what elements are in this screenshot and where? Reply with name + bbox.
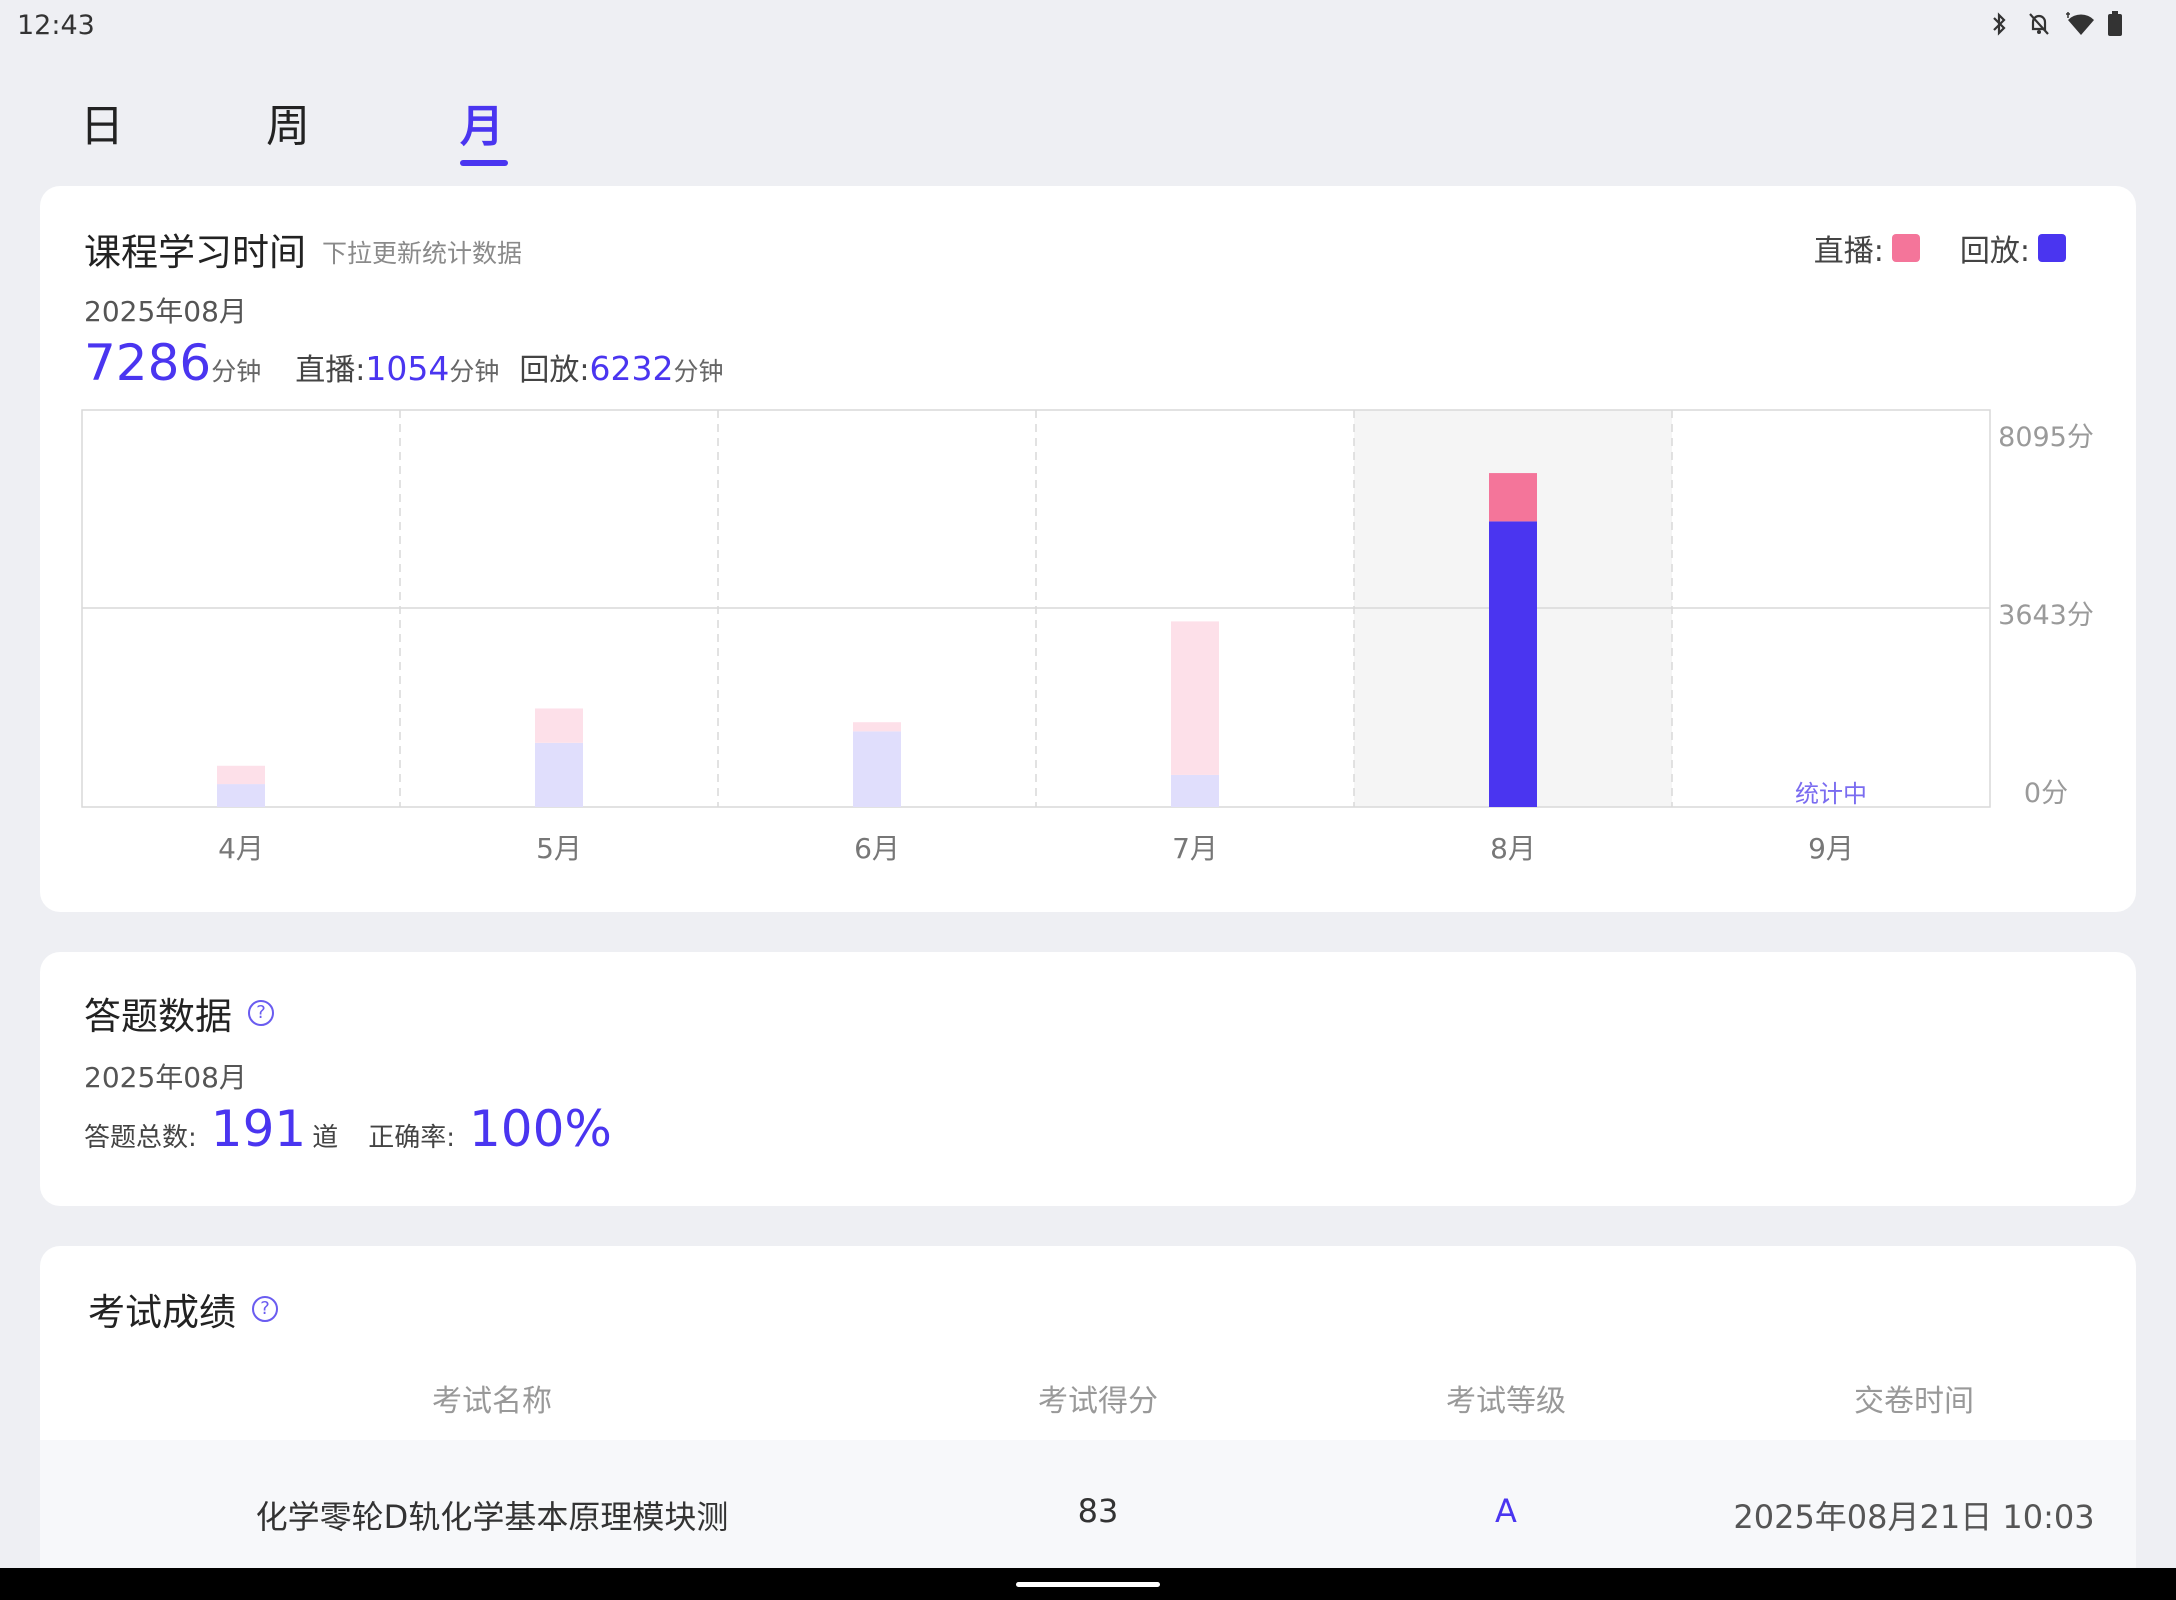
bar-live bbox=[217, 765, 265, 785]
x-tick-label: 5月 bbox=[536, 832, 582, 865]
tab-week[interactable]: 周 bbox=[266, 90, 310, 154]
x-tick-label: 9月 bbox=[1808, 832, 1854, 865]
column-header-score: 考试得分 bbox=[1038, 1384, 1158, 1419]
bar-live bbox=[853, 722, 901, 732]
y-tick-label: 0分 bbox=[2024, 778, 2068, 809]
answer-date: 2025年08月 bbox=[84, 1061, 247, 1094]
exam-name: 化学零轮D轨化学基本原理模块测 bbox=[255, 1498, 729, 1536]
active-tab-indicator bbox=[460, 160, 508, 166]
status-icons bbox=[1986, 10, 2132, 38]
answer-total-label: 答题总数: bbox=[84, 1123, 197, 1153]
answer-data-card: 答题数据 ? 2025年08月 答题总数: 191 道 正确率: 100% bbox=[40, 952, 2136, 1206]
x-tick-label: 6月 bbox=[854, 832, 900, 865]
pending-stat-label: 统计中 bbox=[1795, 780, 1867, 808]
answer-total-unit: 道 bbox=[312, 1123, 339, 1153]
exam-score: 83 bbox=[1077, 1492, 1119, 1530]
bluetooth-icon bbox=[1986, 10, 2012, 38]
accuracy-value: 100% bbox=[468, 1100, 612, 1158]
column-header-exam-name: 考试名称 bbox=[432, 1384, 552, 1419]
tab-day[interactable]: 日 bbox=[80, 90, 124, 154]
tab-month[interactable]: 月 bbox=[460, 90, 504, 154]
accuracy-label: 正确率: bbox=[368, 1123, 455, 1153]
exam-grade: A bbox=[1495, 1492, 1517, 1530]
y-tick-label: 8095分 bbox=[1998, 422, 2094, 453]
bar-live bbox=[535, 708, 583, 743]
exam-scores-card: 考试成绩 ? 考试名称 考试得分 考试等级 交卷时间 化学零轮D轨化学基本原理模… bbox=[40, 1246, 2136, 1576]
column-header-submit-time: 交卷时间 bbox=[1854, 1384, 1974, 1419]
bar-replay bbox=[535, 742, 583, 807]
bar-live bbox=[1489, 473, 1537, 522]
period-tabs: 日 周 月 bbox=[0, 80, 700, 170]
help-circle-icon[interactable]: ? bbox=[248, 1000, 274, 1026]
bar-live bbox=[1171, 621, 1219, 775]
status-time: 12:43 bbox=[17, 10, 95, 41]
x-tick-label: 7月 bbox=[1172, 832, 1218, 865]
x-tick-label: 8月 bbox=[1490, 832, 1536, 865]
bar-replay bbox=[217, 784, 265, 807]
column-header-grade: 考试等级 bbox=[1446, 1384, 1566, 1419]
status-bar: 12:43 bbox=[0, 0, 2176, 52]
bar-replay bbox=[1489, 521, 1537, 807]
bar-replay bbox=[853, 731, 901, 807]
wifi-icon bbox=[2066, 10, 2094, 38]
answer-data-title: 答题数据 bbox=[84, 995, 232, 1038]
exam-submit-time: 2025年08月21日 10:03 bbox=[1733, 1498, 2095, 1536]
system-nav-bar bbox=[0, 1568, 2176, 1600]
home-gesture-handle[interactable] bbox=[1016, 1582, 1160, 1587]
help-circle-icon[interactable]: ? bbox=[252, 1296, 278, 1322]
battery-icon bbox=[2106, 10, 2132, 38]
monthly-study-chart[interactable]: 8095分 3643分 0分 4月 5月 6月 7月 8月 9月 统计中 bbox=[40, 186, 2136, 886]
study-time-card: 课程学习时间 下拉更新统计数据 直播: 回放: 2025年08月 7286 分钟… bbox=[40, 186, 2136, 912]
answer-summary: 答题总数: 191 道 正确率: 100% bbox=[84, 1100, 618, 1158]
table-row[interactable]: 化学零轮D轨化学基本原理模块测 83 A 2025年08月21日 10:03 bbox=[40, 1440, 2136, 1570]
answer-total-value: 191 bbox=[210, 1100, 307, 1158]
exam-scores-title: 考试成绩 bbox=[88, 1291, 236, 1334]
bar-replay bbox=[1171, 774, 1219, 807]
notifications-off-icon bbox=[2026, 10, 2052, 38]
y-tick-label: 3643分 bbox=[1998, 600, 2094, 631]
x-tick-label: 4月 bbox=[218, 832, 264, 865]
